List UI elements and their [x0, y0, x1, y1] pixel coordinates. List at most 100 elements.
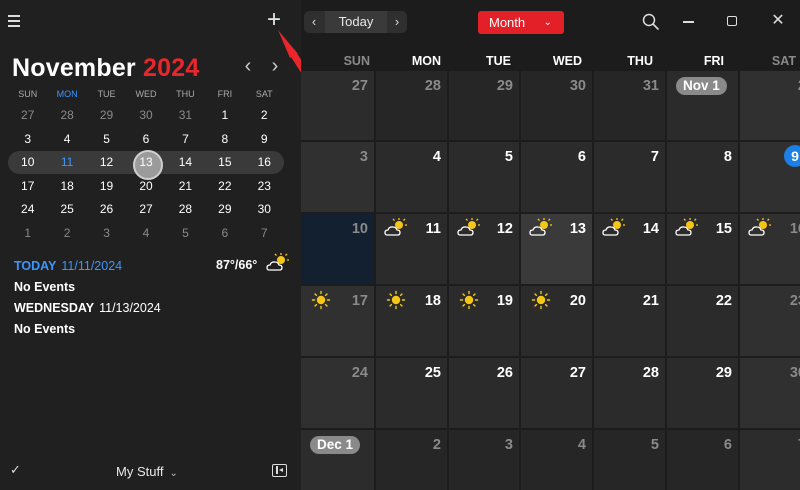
day-cell[interactable]: 30 — [740, 358, 800, 428]
mini-day[interactable]: 5 — [87, 128, 126, 152]
day-cell[interactable]: 4 — [521, 430, 592, 490]
mini-day[interactable]: 3 — [8, 128, 47, 152]
day-cell[interactable]: 5 — [449, 142, 519, 212]
mini-day[interactable]: 14 — [166, 151, 205, 175]
close-icon[interactable]: ✕ — [771, 13, 785, 29]
day-cell[interactable]: 17 — [301, 286, 374, 356]
day-cell[interactable]: 9 — [740, 142, 800, 212]
mini-day[interactable]: 29 — [205, 198, 244, 222]
agenda-header[interactable]: WEDNESDAY 11/13/2024 — [14, 300, 294, 316]
day-cell[interactable]: 26 — [449, 358, 519, 428]
collapse-sidebar-icon[interactable] — [272, 464, 287, 477]
maximize-icon[interactable] — [727, 16, 737, 26]
mini-day[interactable]: 24 — [8, 198, 47, 222]
mini-day[interactable]: 30 — [126, 104, 165, 128]
day-cell[interactable]: 28 — [376, 71, 447, 140]
view-selector-button[interactable]: Month ⌄ — [478, 11, 564, 34]
day-cell[interactable]: 16 — [740, 214, 800, 284]
mini-day[interactable]: 3 — [87, 222, 126, 246]
day-cell[interactable]: 4 — [376, 142, 447, 212]
mini-day[interactable]: 2 — [245, 104, 284, 128]
day-cell[interactable]: 20 — [521, 286, 592, 356]
day-cell[interactable]: 24 — [301, 358, 374, 428]
hamburger-menu-icon[interactable] — [6, 11, 24, 31]
mini-day[interactable]: 26 — [87, 198, 126, 222]
mini-prev-month-button[interactable]: ‹ — [238, 55, 258, 78]
mini-day[interactable]: 12 — [87, 151, 126, 175]
mini-day[interactable]: 4 — [126, 222, 165, 246]
day-cell[interactable]: 22 — [667, 286, 738, 356]
day-cell[interactable]: 10 — [301, 214, 374, 284]
add-event-button[interactable]: + — [262, 8, 286, 34]
mini-day[interactable]: 30 — [245, 198, 284, 222]
day-cell[interactable]: 11 — [376, 214, 447, 284]
day-cell[interactable]: 21 — [594, 286, 665, 356]
mini-day[interactable]: 29 — [87, 104, 126, 128]
day-cell[interactable]: 12 — [449, 214, 519, 284]
mini-day[interactable]: 9 — [245, 128, 284, 152]
mini-day[interactable]: 17 — [8, 175, 47, 199]
prev-month-button[interactable]: ‹ — [304, 11, 324, 33]
day-cell[interactable]: 5 — [594, 430, 665, 490]
day-cell[interactable]: 27 — [301, 71, 374, 140]
mini-day[interactable]: 20 — [126, 175, 165, 199]
day-cell[interactable]: Dec 1 — [301, 430, 374, 490]
day-cell[interactable]: 19 — [449, 286, 519, 356]
mini-day[interactable]: 25 — [47, 198, 86, 222]
day-cell[interactable]: 27 — [521, 358, 592, 428]
day-cell[interactable]: 14 — [594, 214, 665, 284]
day-cell[interactable]: 6 — [521, 142, 592, 212]
day-cell[interactable]: 2 — [376, 430, 447, 490]
day-cell[interactable]: 29 — [667, 358, 738, 428]
mini-day[interactable]: 21 — [166, 175, 205, 199]
mini-day[interactable]: 1 — [8, 222, 47, 246]
day-cell[interactable]: 2 — [740, 71, 800, 140]
day-cell[interactable]: 3 — [301, 142, 374, 212]
mini-day[interactable]: 27 — [126, 198, 165, 222]
mini-day[interactable]: 16 — [245, 151, 284, 175]
day-cell[interactable]: 7 — [594, 142, 665, 212]
mini-day[interactable]: 8 — [205, 128, 244, 152]
mini-day[interactable]: 1 — [205, 104, 244, 128]
checkmark-icon[interactable]: ✓ — [10, 462, 21, 478]
day-cell[interactable]: 23 — [740, 286, 800, 356]
mini-day[interactable]: 6 — [126, 128, 165, 152]
next-month-button[interactable]: › — [387, 11, 407, 33]
mini-day[interactable]: 28 — [47, 104, 86, 128]
day-cell[interactable]: 30 — [521, 71, 592, 140]
day-cell[interactable]: Nov 1 — [667, 71, 738, 140]
day-cell[interactable]: 3 — [449, 430, 519, 490]
mini-day[interactable]: 19 — [87, 175, 126, 199]
mini-day[interactable]: 15 — [205, 151, 244, 175]
mini-day[interactable]: 7 — [245, 222, 284, 246]
mini-day[interactable]: 5 — [166, 222, 205, 246]
day-cell[interactable]: 29 — [449, 71, 519, 140]
mini-day[interactable]: 23 — [245, 175, 284, 199]
mini-day[interactable]: 22 — [205, 175, 244, 199]
mini-day[interactable]: 4 — [47, 128, 86, 152]
mini-day[interactable]: 27 — [8, 104, 47, 128]
day-cell[interactable]: 8 — [667, 142, 738, 212]
day-cell[interactable]: 31 — [594, 71, 665, 140]
minimize-icon[interactable] — [683, 21, 694, 23]
mini-day[interactable]: 11 — [47, 151, 86, 175]
mini-day[interactable]: 10 — [8, 151, 47, 175]
mini-day[interactable]: 2 — [47, 222, 86, 246]
day-cell[interactable]: 7 — [740, 430, 800, 490]
mini-day[interactable]: 28 — [166, 198, 205, 222]
day-cell[interactable]: 18 — [376, 286, 447, 356]
day-cell[interactable]: 25 — [376, 358, 447, 428]
mini-day[interactable]: 13 — [126, 149, 165, 180]
mini-next-month-button[interactable]: › — [265, 55, 285, 78]
day-cell[interactable]: 13 — [521, 214, 592, 284]
search-icon[interactable] — [641, 12, 661, 32]
mini-day[interactable]: 6 — [205, 222, 244, 246]
mini-day[interactable]: 18 — [47, 175, 86, 199]
mini-day[interactable]: 7 — [166, 128, 205, 152]
today-button[interactable]: Today — [325, 11, 387, 33]
day-cell[interactable]: 6 — [667, 430, 738, 490]
calendar-set-dropdown[interactable]: My Stuff ⌄ — [116, 464, 178, 479]
day-cell[interactable]: 28 — [594, 358, 665, 428]
day-cell[interactable]: 15 — [667, 214, 738, 284]
mini-day[interactable]: 31 — [166, 104, 205, 128]
